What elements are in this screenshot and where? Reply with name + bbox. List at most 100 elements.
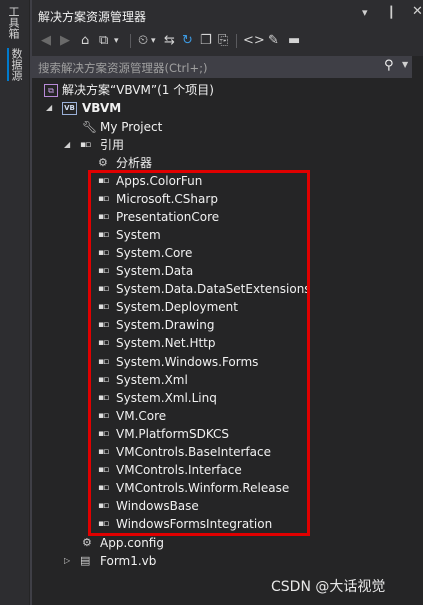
reference-label: WindowsFormsIntegration [116, 516, 273, 531]
back-icon[interactable]: ◀ [41, 33, 51, 49]
view-code-icon[interactable]: <> [243, 33, 265, 49]
forward-icon[interactable]: ▶ [60, 33, 70, 49]
my-project-label: My Project [100, 120, 163, 134]
sync-dropdown-icon[interactable]: ▾ [114, 33, 119, 49]
assembly-reference-icon: ▪▫ [98, 248, 109, 259]
vb-project-icon: VB [62, 99, 77, 117]
collapsed-arrow-icon[interactable]: ▷ [64, 552, 70, 570]
datasource-tab[interactable]: 数据源 [7, 48, 26, 81]
search-icon[interactable]: ⚲ [384, 58, 394, 73]
reference-item[interactable]: ▪▫ System [32, 226, 423, 244]
assembly-reference-icon: ▪▫ [98, 320, 109, 331]
sync-view-icon[interactable]: ⧉ [99, 33, 108, 49]
collapse-all-icon[interactable]: ❐ [200, 33, 212, 49]
project-label: VBVM [82, 101, 122, 115]
reference-item[interactable]: ▪▫ System.Xml [32, 371, 423, 389]
search-options-dropdown-icon[interactable]: ▼ [402, 60, 408, 69]
assembly-reference-icon: ▪▫ [98, 428, 109, 439]
tree-item-my-project[interactable]: 🔧︎ My Project [32, 118, 423, 136]
assembly-reference-icon: ▪▫ [98, 338, 109, 349]
refresh-icon[interactable]: ↻ [182, 33, 193, 49]
pin-icon[interactable]: ┃ [388, 6, 395, 19]
tree-item-analyzers[interactable]: ⚙ 分析器 [32, 154, 423, 172]
reference-label: Microsoft.CSharp [116, 192, 218, 207]
assembly-reference-icon: ▪▫ [98, 212, 109, 223]
preview-icon[interactable]: ▬ [288, 33, 300, 49]
reference-item[interactable]: ▪▫ VM.Core [32, 407, 423, 425]
reference-item[interactable]: ▪▫ System.Deployment [32, 298, 423, 316]
assembly-reference-icon: ▪▫ [98, 374, 109, 385]
reference-label: System.Xml.Linq [116, 390, 217, 405]
reference-item[interactable]: ▪▫ System.Xml.Linq [32, 389, 423, 407]
app-config-label: App.config [100, 536, 164, 550]
left-tool-strip: 工具箱 数据源 [0, 0, 29, 605]
sync-with-document-icon[interactable]: ⇆ [164, 33, 175, 49]
analyzer-icon: ⚙ [98, 156, 108, 169]
properties-icon[interactable]: ✎ [268, 33, 279, 49]
assembly-reference-icon: ▪▫ [98, 410, 109, 421]
reference-item[interactable]: ▪▫ Apps.ColorFun [32, 172, 423, 190]
reference-item[interactable]: ▪▫ VMControls.Winform.Release [32, 479, 423, 497]
references-label: 引用 [100, 138, 125, 152]
tree-item-references[interactable]: ◢ ▪▫ 引用 [32, 136, 423, 154]
reference-item[interactable]: ▪▫ System.Data [32, 262, 423, 280]
reference-item[interactable]: ▪▫ System.Core [32, 244, 423, 262]
reference-label: System.Drawing [116, 318, 215, 333]
assembly-reference-icon: ▪▫ [98, 302, 109, 313]
form1-label: Form1.vb [100, 554, 157, 568]
reference-label: Apps.ColorFun [116, 174, 203, 188]
tree-item-project[interactable]: ◢ VB VBVM [32, 99, 423, 117]
reference-item[interactable]: ▪▫ VMControls.Interface [32, 461, 423, 479]
panel-title-bar: 解决方案资源管理器 ▾ ┃ ✕ [32, 0, 423, 26]
wrench-icon: 🔧︎ [82, 120, 98, 134]
expanded-arrow-icon[interactable]: ◢ [64, 136, 70, 154]
search-input[interactable] [36, 58, 375, 77]
reference-label: VMControls.BaseInterface [116, 444, 271, 459]
references-icon: ▪▫ [80, 140, 91, 150]
tree-item-form1[interactable]: ▷ ▤ Form1.vb [32, 552, 423, 570]
assembly-reference-icon: ▪▫ [98, 446, 109, 457]
search-box: ⚲ ▼ [32, 56, 412, 78]
reference-item[interactable]: ▪▫ System.Windows.Forms [32, 353, 423, 371]
tree-item-app-config[interactable]: ⚙ App.config [32, 534, 423, 552]
reference-label: System [116, 228, 161, 243]
reference-item[interactable]: ▪▫ System.Drawing [32, 316, 423, 334]
reference-label: VMControls.Interface [116, 462, 242, 477]
reference-label: PresentationCore [116, 210, 220, 225]
home-icon[interactable]: ⌂ [81, 33, 89, 49]
window-position-menu-icon[interactable]: ▾ [362, 6, 368, 19]
assembly-reference-icon: ▪▫ [98, 230, 109, 241]
tree-item-solution[interactable]: ⧉ 解决方案“VBVM”(1 个项目) [32, 81, 423, 99]
reference-item[interactable]: ▪▫ System.Net.Http [32, 334, 423, 352]
reference-label: System.Data [116, 264, 194, 279]
show-all-files-icon[interactable]: ⎘ [218, 33, 228, 49]
reference-label: System.Core [116, 246, 193, 261]
panel-toolbar: ◀ ▶ ⌂ ⧉ ▾ ⏲ ▾ ⇆ ↻ ❐ ⎘ <> ✎ ▬ [32, 26, 423, 56]
pending-changes-icon[interactable]: ⏲ [138, 33, 148, 49]
reference-item[interactable]: ▪▫ WindowsBase [32, 497, 423, 515]
reference-label: VM.Core [116, 408, 167, 423]
reference-item[interactable]: ▪▫ Microsoft.CSharp [32, 190, 423, 208]
assembly-reference-icon: ▪▫ [98, 500, 109, 511]
toolbox-tab-label: 工具箱 [7, 6, 20, 39]
reference-item[interactable]: ▪▫ VM.PlatformSDKCS [32, 425, 423, 443]
datasource-tab-label: 数据源 [10, 48, 23, 81]
expanded-arrow-icon[interactable]: ◢ [46, 99, 52, 117]
reference-item[interactable]: ▪▫ VMControls.BaseInterface [32, 443, 423, 461]
config-file-icon: ⚙ [82, 536, 92, 549]
reference-label: System.Net.Http [116, 336, 216, 351]
reference-label: System.Deployment [116, 300, 238, 315]
reference-label: System.Data.DataSetExtensions [116, 282, 311, 297]
reference-label: System.Xml [116, 372, 188, 387]
close-icon[interactable]: ✕ [412, 4, 423, 19]
pending-dropdown-icon[interactable]: ▾ [151, 33, 156, 49]
reference-item[interactable]: ▪▫ WindowsFormsIntegration [32, 515, 423, 533]
reference-item[interactable]: ▪▫ System.Data.DataSetExtensions [32, 280, 423, 298]
assembly-reference-icon: ▪▫ [98, 266, 109, 277]
solution-icon: ⧉ [44, 81, 58, 100]
toolbox-tab[interactable]: 工具箱 [7, 6, 23, 39]
solution-tree: ⧉ 解决方案“VBVM”(1 个项目) ◢ VB VBVM 🔧︎ My Proj… [32, 80, 423, 605]
assembly-reference-icon: ▪▫ [98, 284, 109, 295]
panel-title: 解决方案资源管理器 [38, 10, 147, 24]
reference-item[interactable]: ▪▫ PresentationCore [32, 208, 423, 226]
